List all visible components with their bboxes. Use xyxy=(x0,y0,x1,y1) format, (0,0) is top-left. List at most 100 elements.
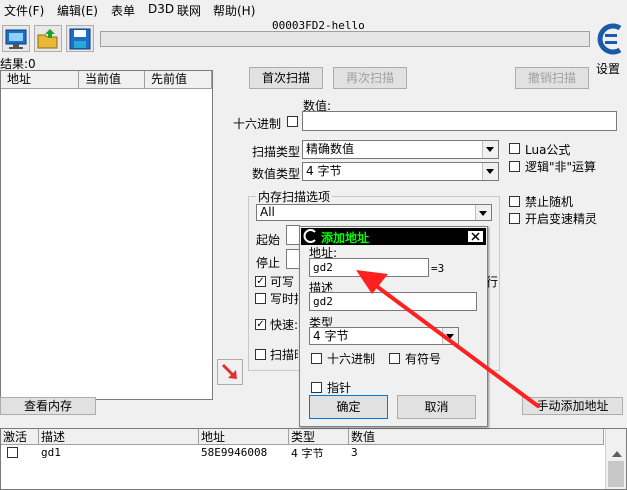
start-address-input[interactable] xyxy=(286,225,300,245)
results-list[interactable]: 地址 当前值 先前值 xyxy=(0,70,213,400)
menu-edit[interactable]: 编辑(E) xyxy=(57,2,98,19)
table-row[interactable]: gd1 58E9946008 4 字节 3 xyxy=(1,445,605,461)
dialog-hex-label: 十六进制 xyxy=(327,352,376,366)
dialog-address-value: gd2 xyxy=(313,261,333,274)
cheat-header-type[interactable]: 类型 xyxy=(289,429,349,445)
save-icon xyxy=(69,28,91,50)
dialog-type-value: 4 字节 xyxy=(313,329,349,343)
value-type-label: 数值类型 xyxy=(252,167,301,181)
view-memory-button[interactable]: 查看内存 xyxy=(0,397,96,415)
menu-table[interactable]: 表单 xyxy=(111,2,135,19)
open-process-button[interactable] xyxy=(2,25,30,52)
dialog-close-button[interactable] xyxy=(467,230,484,243)
folder-open-icon xyxy=(37,29,58,49)
chevron-down-icon xyxy=(482,163,498,180)
disable-random-checkbox[interactable] xyxy=(509,196,520,207)
arrow-down-right-icon xyxy=(221,363,237,379)
menu-bar: 文件(F) 编辑(E) 表单 D3D 联网 帮助(H) xyxy=(0,0,627,18)
fast-scan-checkbox[interactable]: ✓ xyxy=(255,319,266,330)
add-to-list-button[interactable] xyxy=(217,359,243,385)
settings-button[interactable]: 设置 xyxy=(592,22,626,76)
stop-label: 停止 xyxy=(256,256,281,270)
cheat-engine-logo-icon xyxy=(597,23,622,55)
writable-label: 可写 xyxy=(270,275,295,289)
memory-options-title: 内存扫描选项 xyxy=(256,188,333,205)
copy-on-write-label: 写时拷 xyxy=(270,292,298,306)
close-icon xyxy=(471,232,480,241)
scan-type-select[interactable]: 精确数值 xyxy=(302,140,499,159)
scrollbar[interactable] xyxy=(605,429,626,489)
load-table-button[interactable] xyxy=(34,25,62,52)
scan-type-value: 精确数值 xyxy=(306,142,355,156)
scan-type-label: 扫描类型 xyxy=(252,145,301,159)
dialog-signed-label: 有符号 xyxy=(405,352,442,366)
dialog-description-input[interactable]: gd2 xyxy=(309,292,477,311)
dialog-pointer-label: 指针 xyxy=(327,381,352,395)
cheat-header-active[interactable]: 激活 xyxy=(1,429,39,445)
lua-formula-checkbox[interactable] xyxy=(509,143,520,154)
chevron-down-icon xyxy=(475,205,491,220)
manual-add-address-button[interactable]: 手动添加地址 xyxy=(522,397,623,415)
writable-checkbox[interactable]: ✓ xyxy=(255,276,266,287)
memory-region-select[interactable]: All xyxy=(256,204,492,221)
value-input[interactable] xyxy=(302,111,617,131)
hex-checkbox[interactable] xyxy=(287,116,298,127)
logic-not-label: 逻辑"非"运算 xyxy=(525,160,597,174)
lua-formula-label: Lua公式 xyxy=(525,143,571,157)
menu-help[interactable]: 帮助(H) xyxy=(213,2,255,19)
results-header-previous[interactable]: 先前值 xyxy=(145,71,212,89)
cheat-table[interactable]: 激活 描述 地址 类型 数值 gd1 58E9946008 4 字节 3 xyxy=(0,428,627,490)
next-scan-button[interactable]: 再次扫描 xyxy=(333,67,407,89)
memory-region-value: All xyxy=(260,205,275,219)
stop-address-input[interactable] xyxy=(286,249,300,269)
row-value: 3 xyxy=(351,446,358,459)
copy-on-write-checkbox[interactable] xyxy=(255,293,266,304)
dialog-address-input[interactable]: gd2 xyxy=(309,258,429,277)
dialog-titlebar[interactable]: 添加地址 xyxy=(301,228,486,245)
process-bar xyxy=(100,31,590,47)
fast-scan-label: 快速: xyxy=(270,318,299,332)
cheat-engine-icon xyxy=(303,229,316,243)
dialog-address-result: =3 xyxy=(431,262,445,275)
chevron-down-icon xyxy=(482,141,498,158)
value-type-value: 4 字节 xyxy=(306,164,342,178)
dialog-hex-checkbox[interactable] xyxy=(311,353,322,364)
results-header-address[interactable]: 地址 xyxy=(1,71,79,89)
dialog-signed-checkbox[interactable] xyxy=(389,353,400,364)
monitor-icon xyxy=(5,29,27,49)
row-active-checkbox[interactable] xyxy=(7,447,18,458)
dialog-cancel-button[interactable]: 取消 xyxy=(397,395,476,419)
row-type: 4 字节 xyxy=(291,447,324,460)
hex-label: 十六进制 xyxy=(233,117,282,131)
menu-d3d[interactable]: D3D xyxy=(148,2,174,16)
dialog-type-select[interactable]: 4 字节 xyxy=(309,327,459,345)
pause-scan-checkbox[interactable] xyxy=(255,349,266,360)
disable-random-label: 禁止随机 xyxy=(525,195,574,209)
scroll-up-icon[interactable] xyxy=(612,451,622,457)
start-label: 起始 xyxy=(256,233,281,247)
dialog-description-value: gd2 xyxy=(313,295,333,308)
speedhack-checkbox[interactable] xyxy=(509,213,520,224)
menu-file[interactable]: 文件(F) xyxy=(4,2,44,19)
undo-scan-button[interactable]: 撤销扫描 xyxy=(515,67,589,89)
chevron-down-icon xyxy=(442,328,458,344)
logic-not-checkbox[interactable] xyxy=(509,161,520,172)
scroll-thumb[interactable] xyxy=(608,461,624,487)
value-type-select[interactable]: 4 字节 xyxy=(302,162,499,181)
speedhack-label: 开启变速精灵 xyxy=(525,212,598,226)
results-header-current[interactable]: 当前值 xyxy=(79,71,145,89)
save-table-button[interactable] xyxy=(66,25,94,52)
menu-network[interactable]: 联网 xyxy=(177,2,201,19)
row-description: gd1 xyxy=(41,446,61,459)
cheat-header-description[interactable]: 描述 xyxy=(39,429,199,445)
cheat-header-value[interactable]: 数值 xyxy=(349,429,604,445)
process-title: 00003FD2-hello xyxy=(272,19,365,32)
pause-scan-label: 扫描时 xyxy=(270,348,298,362)
add-address-dialog: 添加地址 地址: gd2 =3 描述 gd2 类型 4 字节 十六进制 有符号 … xyxy=(299,226,488,427)
dialog-pointer-checkbox[interactable] xyxy=(311,382,322,393)
dialog-ok-button[interactable]: 确定 xyxy=(309,395,388,419)
row-address: 58E9946008 xyxy=(201,446,268,459)
cheat-header-address[interactable]: 地址 xyxy=(199,429,289,445)
first-scan-button[interactable]: 首次扫描 xyxy=(249,67,323,89)
settings-label: 设置 xyxy=(596,62,621,76)
